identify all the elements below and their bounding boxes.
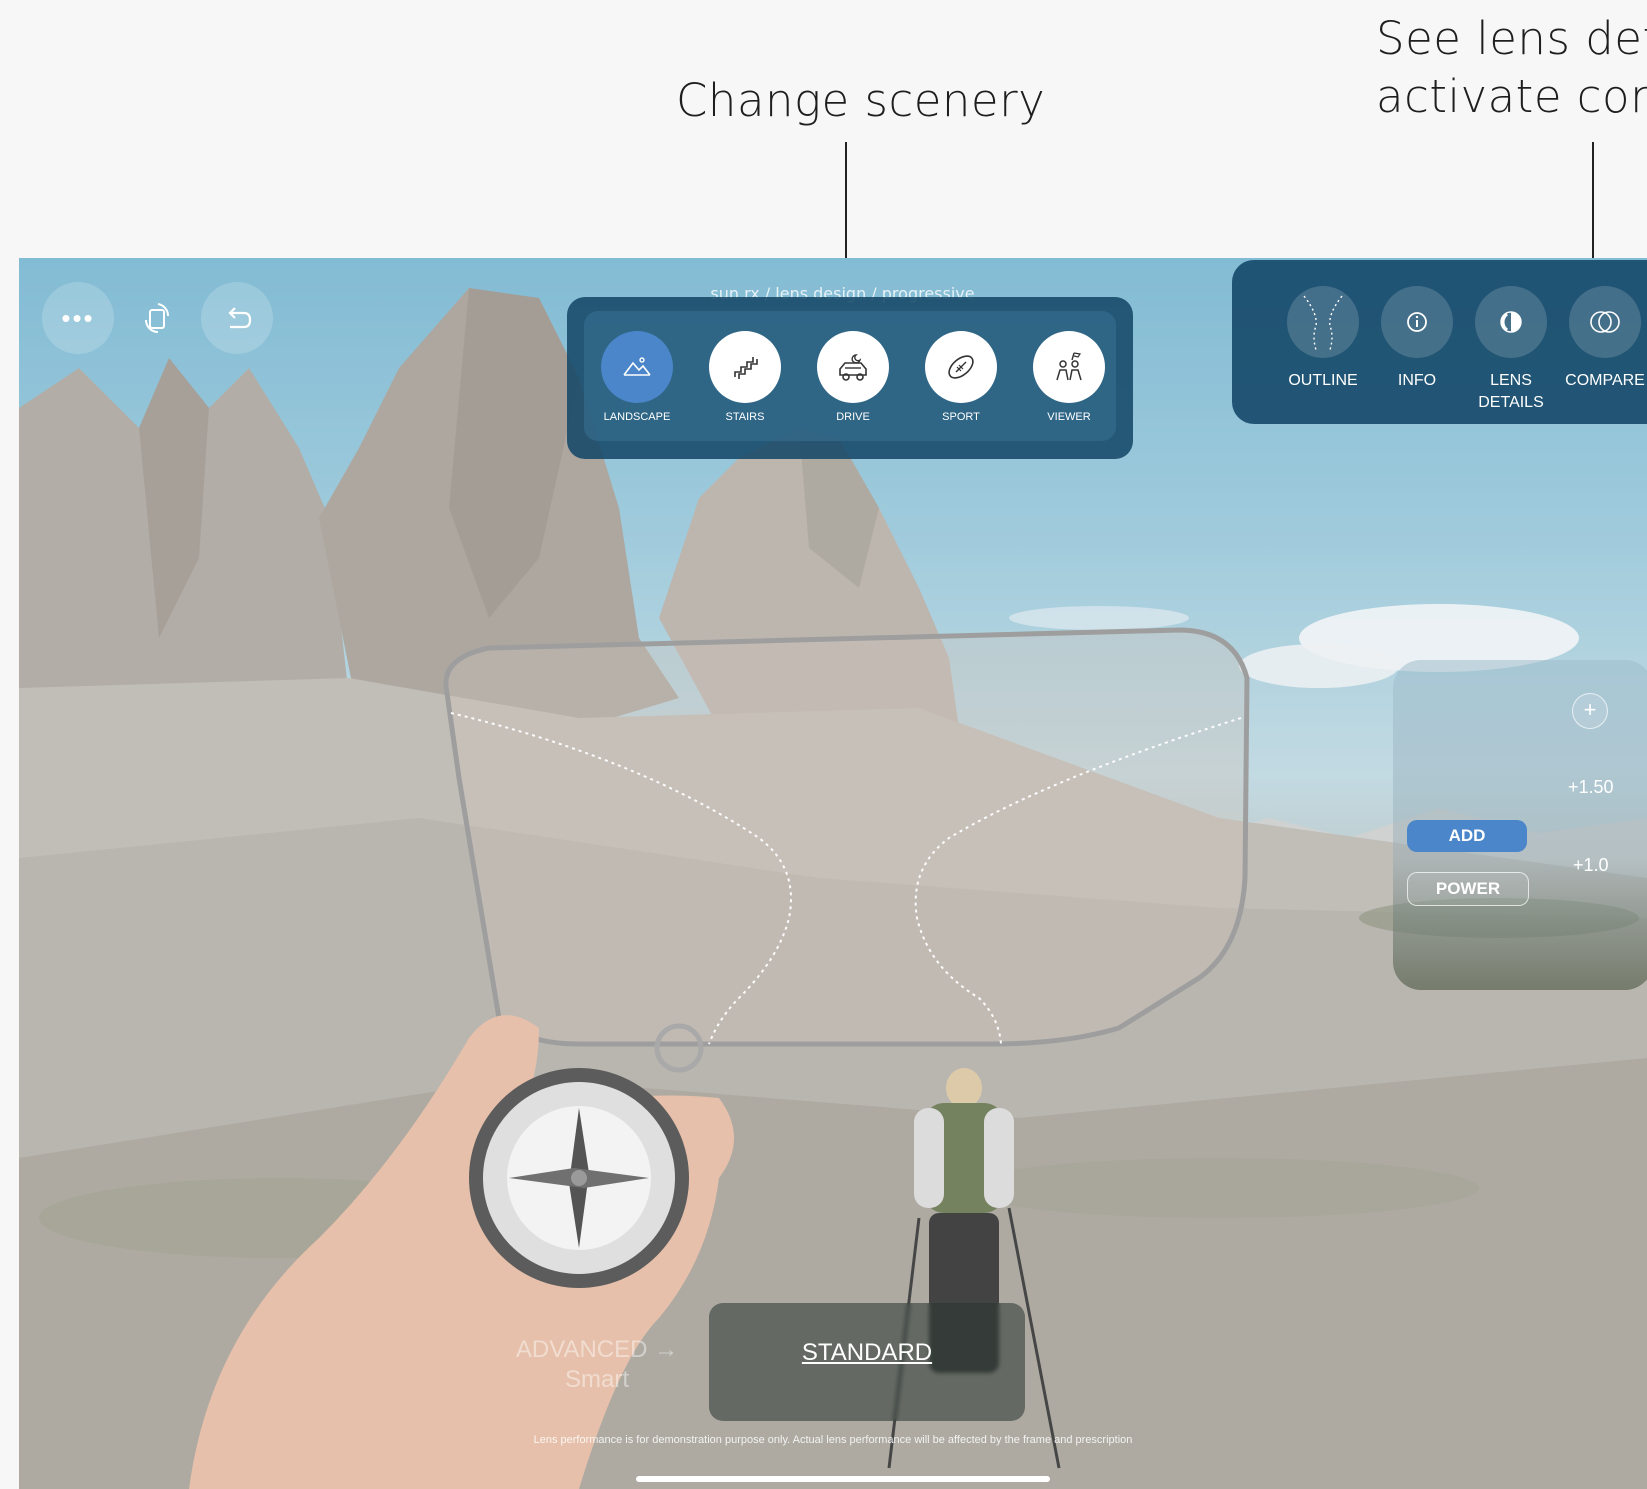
scenery-selector-inner: LANDSCAPE STAIRS DRIVE SPORT VIEWER [584,311,1116,441]
football-icon [948,355,974,379]
scenery-landscape-circle [601,331,673,403]
scenery-viewer[interactable]: VIEWER [1019,331,1119,423]
stairs-icon [734,357,758,379]
scenery-selector: LANDSCAPE STAIRS DRIVE SPORT VIEWER [567,297,1133,459]
scenery-drive-circle [817,331,889,403]
lens-tools-panel: OUTLINE INFO LENS DETAILS COMPARE [1232,260,1647,424]
car-icon [839,354,867,381]
outline-label: OUTLINE [1288,372,1358,389]
add-tab[interactable]: ADD [1407,820,1527,852]
more-horizontal-icon: ••• [61,303,95,333]
scenery-sport-circle [925,331,997,403]
scenery-label: SPORT [942,411,980,423]
increase-add-button[interactable]: + [1572,693,1608,729]
info-label: INFO [1397,372,1437,389]
outline-button[interactable]: OUTLINE [1273,286,1373,392]
scenery-label: LANDSCAPE [603,411,671,423]
compare-label: COMPARE [1565,372,1645,389]
scenery-drive[interactable]: DRIVE [803,331,903,423]
lens-details-button[interactable]: LENS DETAILS [1461,286,1561,414]
scenery-viewer-circle [1033,331,1105,403]
callout-change-scenery: Change scenery [676,74,1046,127]
advanced-mode-button[interactable]: ADVANCED → Smart [497,1335,697,1395]
scenery-label: STAIRS [725,411,765,423]
scenery-label: VIEWER [1047,411,1091,423]
home-indicator[interactable] [636,1476,1050,1482]
advanced-mode-label: ADVANCED → [515,1336,679,1363]
info-button[interactable]: INFO [1367,286,1467,392]
compare-circle [1569,286,1641,358]
scenery-stairs[interactable]: STAIRS [695,331,795,423]
power-value-bottom: +1.0 [1573,855,1609,875]
standard-mode-card[interactable]: STANDARD [709,1303,1025,1421]
undo-arrow-icon [228,307,252,329]
scenery-stairs-circle [709,331,781,403]
mountain-icon [623,357,651,376]
half-circle-icon [1500,311,1522,333]
compare-button[interactable]: COMPARE [1555,286,1647,392]
advanced-mode-sublabel: Smart [564,1366,629,1393]
info-circle [1381,286,1453,358]
standard-mode-label: STANDARD [801,1339,933,1366]
scenery-landscape[interactable]: LANDSCAPE [587,331,687,423]
app-screen: ••• sun rx / lens design / progressive L… [19,258,1647,1489]
callout-lens-line-1: See lens det [1376,12,1647,65]
outline-circle [1287,286,1359,358]
rotate-screen-icon [145,303,170,333]
scenery-label: DRIVE [836,411,870,423]
callout-lens-details: See lens det activate com [1376,10,1647,126]
lens-details-label: LENS DETAILS [1478,372,1544,411]
add-power-panel: + +1.50 ADD +1.0 POWER [1393,660,1647,990]
callout-line-lens [1592,142,1594,258]
disclaimer-text: Lens performance is for demonstration pu… [533,1434,1133,1446]
overlapping-circles-icon [1590,311,1620,333]
people-icon [1056,352,1082,381]
info-icon [1407,312,1427,332]
callout-lens-line-2: activate com [1376,70,1647,123]
scenery-sport[interactable]: SPORT [911,331,1011,423]
power-value-top: +1.50 [1568,777,1614,797]
lens-details-circle [1475,286,1547,358]
power-tab[interactable]: POWER [1407,872,1529,906]
outline-icon [1303,295,1343,351]
